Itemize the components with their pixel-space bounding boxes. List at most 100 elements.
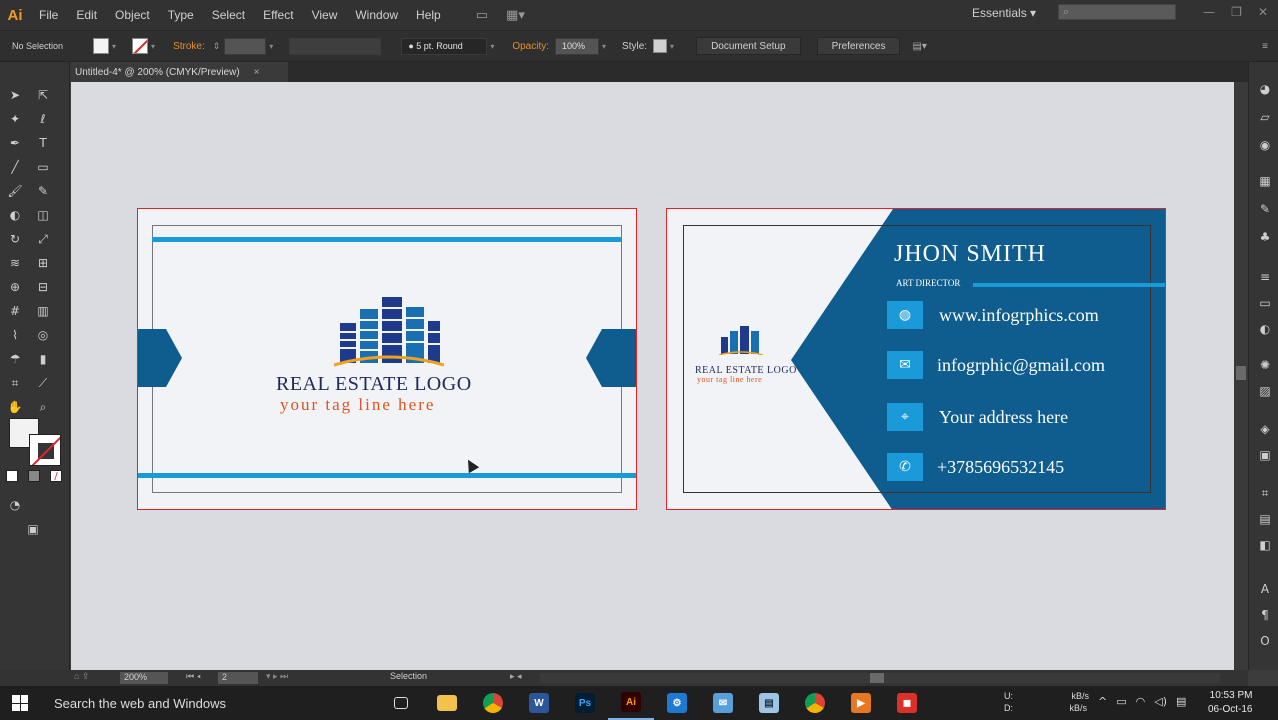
lasso-tool-icon[interactable]: ℓ xyxy=(32,108,54,130)
variable-width-profile[interactable] xyxy=(289,37,382,55)
color-guide-icon[interactable]: ◕ xyxy=(1256,80,1274,98)
menu-help[interactable]: Help xyxy=(407,8,450,22)
fill-color-swatch[interactable] xyxy=(93,38,110,54)
paintbrush-tool-icon[interactable]: 🖌 xyxy=(4,180,26,202)
vertical-scroll-thumb[interactable] xyxy=(1236,366,1246,380)
minimize-icon[interactable]: — xyxy=(1203,5,1215,19)
notifications-icon[interactable]: ▤ xyxy=(1176,695,1186,708)
media-player-icon[interactable]: ▶ xyxy=(838,686,884,720)
opentype-icon[interactable]: O xyxy=(1256,632,1274,650)
close-icon[interactable]: ✕ xyxy=(1258,5,1268,19)
free-transform-tool-icon[interactable]: ⊞ xyxy=(32,252,54,274)
volume-icon[interactable]: ◁) xyxy=(1154,695,1167,708)
blend-tool-icon[interactable]: ◎ xyxy=(32,324,54,346)
libraries-icon[interactable]: ▱ xyxy=(1256,108,1274,126)
brushes-icon[interactable]: ✎ xyxy=(1256,200,1274,218)
graphic-styles-icon[interactable]: ▨ xyxy=(1256,382,1274,400)
document-tab[interactable]: Untitled-4* @ 200% (CMYK/Preview) × xyxy=(70,62,288,82)
power-icon[interactable]: ▭ xyxy=(1116,695,1126,708)
panel-menu-icon[interactable]: ≡ xyxy=(1262,41,1268,52)
search-input[interactable]: ⌕ xyxy=(1058,4,1176,20)
stroke-panel-icon[interactable]: ≡ xyxy=(1256,268,1274,286)
color-mode-icon[interactable] xyxy=(6,470,18,482)
chevron-down-icon[interactable]: ▾ xyxy=(602,42,606,51)
blob-brush-tool-icon[interactable]: ◐ xyxy=(4,204,26,226)
business-card-back[interactable]: REAL ESTATE LOGO your tag line here JHON… xyxy=(666,208,1166,510)
zoom-tool-icon[interactable]: ⌕ xyxy=(32,396,54,418)
document-setup-button[interactable]: Document Setup xyxy=(696,37,801,55)
close-tab-icon[interactable]: × xyxy=(254,67,260,78)
magic-wand-tool-icon[interactable]: ✦ xyxy=(4,108,26,130)
pencil-tool-icon[interactable]: ✎ xyxy=(32,180,54,202)
chevron-down-icon[interactable]: ▾ xyxy=(151,42,155,51)
menu-effect[interactable]: Effect xyxy=(254,8,302,22)
symbol-sprayer-tool-icon[interactable]: ☂ xyxy=(4,348,26,370)
transparency-icon[interactable]: ◐ xyxy=(1256,320,1274,338)
gradient-mode-icon[interactable] xyxy=(28,470,40,482)
workspace-switcher[interactable]: Essentials ▾ xyxy=(972,6,1036,20)
direct-selection-tool-icon[interactable]: ⇱ xyxy=(32,84,54,106)
task-view-icon[interactable] xyxy=(378,686,424,720)
stroke-color-swatch[interactable] xyxy=(132,38,149,54)
selection-tool-icon[interactable]: ➤ xyxy=(4,84,26,106)
arrange-documents-icon[interactable]: ▦▾ xyxy=(506,8,525,23)
chrome-second-icon[interactable] xyxy=(792,686,838,720)
align-icon[interactable]: ▤ xyxy=(1256,510,1274,528)
perspective-grid-tool-icon[interactable]: ⊟ xyxy=(32,276,54,298)
menu-view[interactable]: View xyxy=(303,8,347,22)
recorder-icon[interactable]: ◼ xyxy=(884,686,930,720)
scale-tool-icon[interactable]: ⤢ xyxy=(32,228,54,250)
eyedropper-tool-icon[interactable]: ⌇ xyxy=(4,324,26,346)
line-tool-icon[interactable]: ╱ xyxy=(4,156,26,178)
paragraph-icon[interactable]: ¶ xyxy=(1256,606,1274,624)
stroke-label[interactable]: Stroke: xyxy=(173,41,205,52)
gradient-tool-icon[interactable]: ▥ xyxy=(32,300,54,322)
chrome-icon[interactable] xyxy=(470,686,516,720)
shape-builder-tool-icon[interactable]: ⊕ xyxy=(4,276,26,298)
gradient-panel-icon[interactable]: ▭ xyxy=(1256,294,1274,312)
photoshop-icon[interactable]: Ps xyxy=(562,686,608,720)
stepper-icon[interactable]: ⇕ xyxy=(213,41,221,52)
width-tool-icon[interactable]: ≋ xyxy=(4,252,26,274)
stroke-weight-field[interactable] xyxy=(224,37,267,55)
transform-icon[interactable]: ⌗ xyxy=(1256,484,1274,502)
business-card-front[interactable]: REAL ESTATE LOGO your tag line here xyxy=(137,208,637,510)
chevron-down-icon[interactable]: ▾ xyxy=(269,42,273,51)
artboard-tool-icon[interactable]: ⌗ xyxy=(4,372,26,394)
column-graph-tool-icon[interactable]: ▮ xyxy=(32,348,54,370)
word-icon[interactable]: W xyxy=(516,686,562,720)
color-panel-icon[interactable]: ◉ xyxy=(1256,136,1274,154)
type-tool-icon[interactable]: T xyxy=(32,132,54,154)
rectangle-tool-icon[interactable]: ▭ xyxy=(32,156,54,178)
arrange-icon[interactable]: ▤▾ xyxy=(912,41,926,52)
menu-file[interactable]: File xyxy=(30,8,67,22)
pathfinder-icon[interactable]: ◧ xyxy=(1256,536,1274,554)
vertical-scrollbar[interactable] xyxy=(1234,82,1248,670)
slice-tool-icon[interactable]: ⟋ xyxy=(32,372,54,394)
mesh-tool-icon[interactable]: # xyxy=(4,300,26,322)
opacity-label[interactable]: Opacity: xyxy=(512,41,549,52)
notepad-icon[interactable]: ▤ xyxy=(746,686,792,720)
wifi-icon[interactable]: ◠ xyxy=(1136,695,1146,708)
graphic-style-swatch[interactable] xyxy=(653,39,668,53)
artboard-number-field[interactable]: 2 xyxy=(218,672,258,684)
bridge-icon[interactable]: ▭ xyxy=(476,8,488,23)
maximize-icon[interactable]: ❐ xyxy=(1231,5,1242,19)
menu-select[interactable]: Select xyxy=(203,8,254,22)
horizontal-scroll-thumb[interactable] xyxy=(870,673,884,683)
artboard-next-icon[interactable]: ▾ ▸ ⏭ xyxy=(266,671,288,682)
preferences-button[interactable]: Preferences xyxy=(816,37,901,55)
status-menu-icon[interactable]: ▸ ◂ xyxy=(510,671,522,682)
stroke-swatch[interactable] xyxy=(29,434,61,466)
eraser-tool-icon[interactable]: ◫ xyxy=(32,204,54,226)
hand-tool-icon[interactable]: ✋ xyxy=(4,396,26,418)
rotate-tool-icon[interactable]: ↻ xyxy=(4,228,26,250)
character-icon[interactable]: A xyxy=(1256,580,1274,598)
layers-icon[interactable]: ◈ xyxy=(1256,420,1274,438)
mail-icon[interactable]: ✉ xyxy=(700,686,746,720)
windows-start-icon[interactable] xyxy=(12,695,28,711)
appearance-icon[interactable]: ✺ xyxy=(1256,356,1274,374)
artboard-nav-icon[interactable]: ⌂ ⇪ xyxy=(74,671,89,682)
tray-chevron-up-icon[interactable]: ^ xyxy=(1098,695,1107,708)
draw-mode-icon[interactable]: ◔ xyxy=(4,494,26,516)
